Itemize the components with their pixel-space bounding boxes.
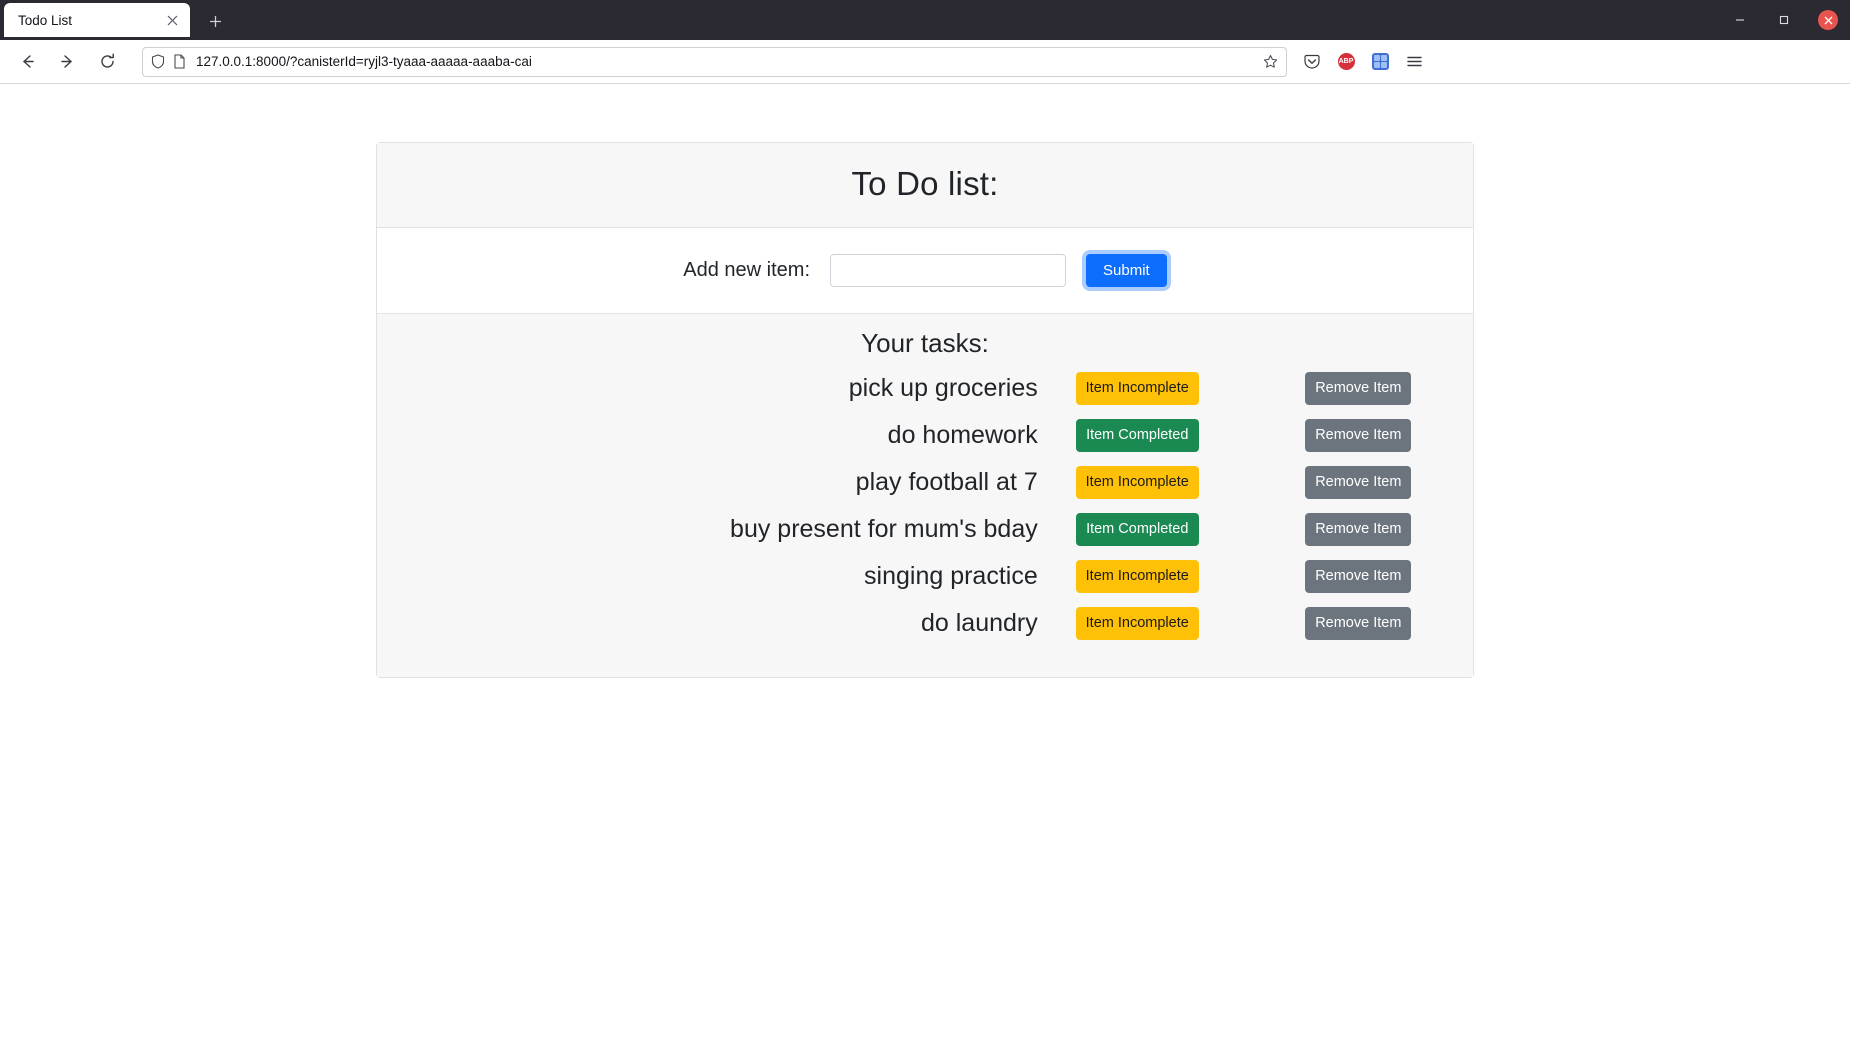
table-row: do laundry Item Incomplete Remove Item bbox=[377, 600, 1473, 647]
forward-button[interactable] bbox=[50, 45, 84, 79]
back-button[interactable] bbox=[10, 45, 44, 79]
table-row: play football at 7 Item Incomplete Remov… bbox=[377, 459, 1473, 506]
tasks-section: Your tasks: pick up groceries Item Incom… bbox=[377, 313, 1473, 677]
close-icon[interactable] bbox=[162, 10, 182, 30]
toolbar-icons: ABP bbox=[1295, 51, 1425, 73]
shield-icon bbox=[151, 54, 165, 69]
status-cell: Item Incomplete bbox=[1075, 466, 1306, 499]
tab-todo-list[interactable]: Todo List bbox=[4, 3, 190, 37]
page-title: To Do list: bbox=[851, 165, 999, 202]
todo-card: To Do list: Add new item: Submit Your ta… bbox=[376, 142, 1474, 678]
window-controls bbox=[1718, 0, 1850, 40]
task-label: singing practice bbox=[864, 562, 1038, 590]
extension-grid-icon bbox=[1371, 53, 1389, 70]
menu-icon[interactable] bbox=[1403, 51, 1425, 73]
adblock-badge-label: ABP bbox=[1337, 53, 1355, 70]
minimize-button[interactable] bbox=[1718, 0, 1762, 40]
status-cell: Item Completed bbox=[1075, 419, 1306, 452]
maximize-button[interactable] bbox=[1762, 0, 1806, 40]
status-cell: Item Completed bbox=[1075, 513, 1306, 546]
remove-cell: Remove Item bbox=[1305, 607, 1473, 640]
submit-button[interactable]: Submit bbox=[1086, 254, 1167, 287]
tasks-heading: Your tasks: bbox=[861, 328, 989, 358]
url-text: 127.0.0.1:8000/?canisterId=ryjl3-tyaaa-a… bbox=[196, 54, 532, 69]
task-label: do laundry bbox=[921, 609, 1038, 637]
browser-window: Todo List 127.0.0.1:8000/?canisterId=ryj… bbox=[0, 0, 1850, 1055]
remove-item-button[interactable]: Remove Item bbox=[1305, 419, 1412, 452]
table-row: singing practice Item Incomplete Remove … bbox=[377, 553, 1473, 600]
add-item-row: Add new item: Submit bbox=[377, 228, 1473, 313]
table-row: do homework Item Completed Remove Item bbox=[377, 412, 1473, 459]
new-tab-button[interactable] bbox=[200, 6, 230, 36]
task-label: play football at 7 bbox=[855, 468, 1038, 496]
navigation-toolbar: 127.0.0.1:8000/?canisterId=ryjl3-tyaaa-a… bbox=[0, 40, 1850, 84]
page-document-icon bbox=[173, 54, 186, 69]
add-item-label: Add new item: bbox=[683, 259, 811, 281]
remove-item-button[interactable]: Remove Item bbox=[1305, 372, 1412, 405]
status-badge[interactable]: Item Incomplete bbox=[1075, 466, 1199, 499]
tab-strip: Todo List bbox=[0, 0, 1850, 40]
remove-item-button[interactable]: Remove Item bbox=[1305, 466, 1412, 499]
remove-item-button[interactable]: Remove Item bbox=[1305, 513, 1412, 546]
extension-icon[interactable] bbox=[1369, 51, 1391, 73]
status-cell: Item Incomplete bbox=[1075, 607, 1306, 640]
close-icon bbox=[1818, 10, 1838, 30]
table-row: buy present for mum's bday Item Complete… bbox=[377, 506, 1473, 553]
card-header: To Do list: bbox=[377, 143, 1473, 228]
table-row: pick up groceries Item Incomplete Remove… bbox=[377, 365, 1473, 412]
remove-item-button[interactable]: Remove Item bbox=[1305, 607, 1412, 640]
adblock-icon[interactable]: ABP bbox=[1335, 51, 1357, 73]
add-item-input[interactable] bbox=[830, 254, 1067, 287]
remove-item-button[interactable]: Remove Item bbox=[1305, 560, 1412, 593]
status-badge[interactable]: Item Completed bbox=[1075, 513, 1199, 546]
pocket-icon[interactable] bbox=[1301, 51, 1323, 73]
status-cell: Item Incomplete bbox=[1075, 372, 1306, 405]
remove-cell: Remove Item bbox=[1305, 513, 1473, 546]
task-label: pick up groceries bbox=[848, 374, 1038, 402]
task-label: buy present for mum's bday bbox=[730, 515, 1038, 543]
reload-button[interactable] bbox=[90, 45, 124, 79]
remove-cell: Remove Item bbox=[1305, 372, 1473, 405]
window-close-button[interactable] bbox=[1806, 0, 1850, 40]
page-viewport: To Do list: Add new item: Submit Your ta… bbox=[0, 84, 1850, 1055]
status-badge[interactable]: Item Incomplete bbox=[1075, 607, 1199, 640]
url-bar[interactable]: 127.0.0.1:8000/?canisterId=ryjl3-tyaaa-a… bbox=[142, 46, 1287, 77]
bookmark-star-icon[interactable] bbox=[1263, 54, 1278, 69]
remove-cell: Remove Item bbox=[1305, 560, 1473, 593]
remove-cell: Remove Item bbox=[1305, 419, 1473, 452]
task-label: do homework bbox=[887, 421, 1038, 449]
remove-cell: Remove Item bbox=[1305, 466, 1473, 499]
status-cell: Item Incomplete bbox=[1075, 560, 1306, 593]
status-badge[interactable]: Item Incomplete bbox=[1075, 372, 1199, 405]
tab-title: Todo List bbox=[18, 12, 73, 28]
page-content: To Do list: Add new item: Submit Your ta… bbox=[0, 84, 1850, 678]
status-badge[interactable]: Item Incomplete bbox=[1075, 560, 1199, 593]
status-badge[interactable]: Item Completed bbox=[1075, 419, 1199, 452]
